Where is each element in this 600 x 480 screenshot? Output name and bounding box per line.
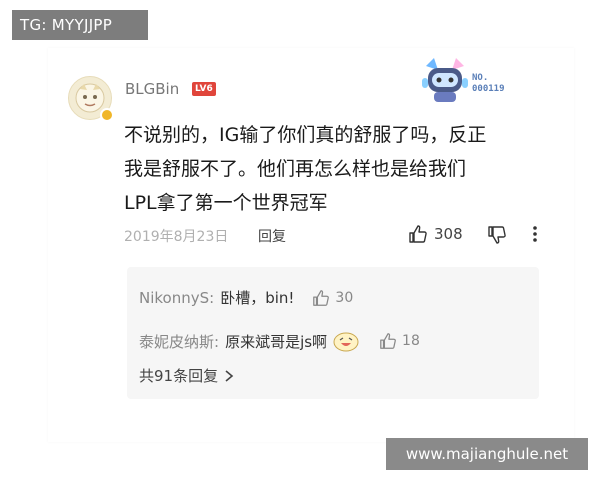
- level-badge: LV6: [192, 82, 216, 96]
- comment-line-2: 我是舒服不了。他们再怎么样也是给我们: [124, 158, 467, 180]
- mascot-number: NO. 000119: [472, 73, 505, 95]
- replies-panel: NikonnyS: 卧槽，bin! 30 泰妮皮纳斯: 原来斌哥是js啊 18 …: [127, 267, 539, 399]
- laugh-emoji-icon: [333, 332, 359, 352]
- more-icon[interactable]: [532, 225, 538, 243]
- comment-line-3: LPL拿了第一个世界冠军: [124, 192, 328, 214]
- like-count: 308: [434, 225, 463, 243]
- reply-button[interactable]: 回复: [258, 226, 286, 246]
- reply-text: 原来斌哥是js啊: [225, 332, 328, 351]
- comment-date: 2019年8月23日: [124, 229, 229, 245]
- mascot-number-label: NO.: [472, 73, 489, 83]
- reply-author[interactable]: 泰妮皮纳斯:: [139, 331, 219, 352]
- chevron-right-icon: [225, 369, 234, 382]
- comment-line-1: 不说别的，IG输了你们真的舒服了吗，反正: [124, 124, 487, 146]
- thumbs-up-icon: [313, 289, 330, 306]
- thumbs-down-icon[interactable]: [487, 225, 507, 245]
- view-all-replies-link[interactable]: 共91条回复: [139, 365, 234, 386]
- thumbs-up-icon: [380, 333, 396, 349]
- reply-like-count: 30: [335, 289, 354, 306]
- reply-like-button[interactable]: 30: [312, 289, 353, 307]
- reply-item[interactable]: 泰妮皮纳斯: 原来斌哥是js啊 18: [139, 329, 420, 353]
- comment-username[interactable]: BLGBin: [125, 80, 179, 98]
- reply-like-button[interactable]: 18: [379, 332, 420, 350]
- thumbs-up-icon: [409, 225, 427, 243]
- telegram-tag: TG: MYYJJPP: [12, 10, 148, 40]
- reply-text: 卧槽，bin!: [220, 289, 295, 307]
- avatar-badge-icon: [100, 108, 114, 122]
- comment-text: 不说别的，IG输了你们真的舒服了吗，反正 我是舒服不了。他们再怎么样也是给我们 …: [124, 118, 554, 220]
- reply-author[interactable]: NikonnyS:: [139, 289, 214, 307]
- view-all-label: 共91条回复: [139, 367, 219, 385]
- site-watermark: www.majianghule.net: [386, 438, 588, 470]
- reply-like-count: 18: [402, 333, 420, 349]
- mascot-number-value: 000119: [472, 84, 505, 94]
- like-button[interactable]: 308: [408, 224, 463, 244]
- mascot-icon: [422, 58, 468, 102]
- avatar[interactable]: [68, 76, 114, 122]
- reply-item[interactable]: NikonnyS: 卧槽，bin! 30: [139, 287, 353, 308]
